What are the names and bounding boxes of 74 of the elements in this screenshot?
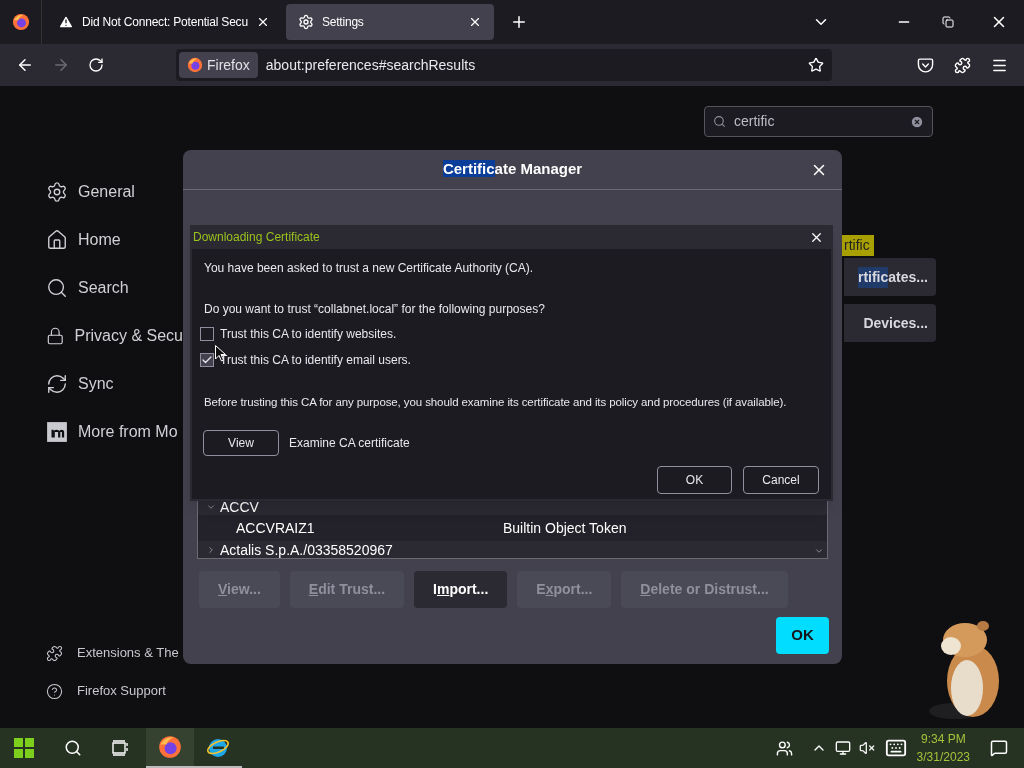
puzzle-icon: [46, 644, 63, 662]
identity-box[interactable]: Firefox: [179, 52, 258, 78]
volume-muted-icon[interactable]: [858, 740, 875, 756]
intro-text: You have been asked to trust a new Certificate Authority (CA).: [204, 260, 535, 277]
checkbox-label: Trust this CA to identify email users.: [220, 352, 411, 369]
gear-icon: [46, 181, 68, 203]
scroll-down-icon[interactable]: [814, 546, 824, 556]
tab-title: Did Not Connect: Potential Secu: [82, 14, 248, 31]
tree-row[interactable]: ACCV: [198, 498, 827, 515]
firefox-logo-icon: [187, 57, 203, 73]
sidebar-item[interactable]: More from Mo: [46, 408, 183, 456]
cancel-button[interactable]: Cancel: [743, 466, 819, 495]
warning-icon: [58, 14, 74, 30]
notifications-icon[interactable]: [990, 739, 1008, 757]
advice-text: Before trusting this CA for any purpose, you should examine its certificate and its policy and procedures (if available).: [204, 395, 788, 410]
sidebar-item[interactable]: Extensions & The: [46, 634, 183, 672]
sidebar-item[interactable]: Search: [46, 264, 183, 312]
search-icon: [46, 277, 68, 299]
windows-logo-icon[interactable]: [14, 738, 34, 758]
restore-icon[interactable]: [942, 16, 954, 28]
security-device: Builtin Object Token: [503, 518, 627, 538]
address-bar[interactable]: Firefox about:preferences#searchResults: [176, 49, 832, 81]
ok-button[interactable]: OK: [657, 466, 732, 495]
logo-icon: [46, 421, 68, 443]
dialog-title: Certificate Manager: [442, 159, 583, 180]
sidebar-item[interactable]: Sync: [46, 360, 183, 408]
sidebar-item[interactable]: Privacy & Secu: [46, 312, 183, 360]
pocket-icon[interactable]: [917, 56, 934, 74]
check-icon: [201, 354, 213, 366]
search-icon[interactable]: [64, 739, 82, 757]
sidebar-item[interactable]: Firefox Support: [46, 672, 183, 710]
search-tooltip: rtific: [840, 235, 874, 256]
sidebar-item[interactable]: General: [46, 168, 183, 216]
tree-row[interactable]: Actalis S.p.A./03358520967: [198, 541, 827, 558]
back-icon[interactable]: [16, 56, 34, 74]
network-icon[interactable]: [834, 740, 851, 756]
settings-button[interactable]: Devices...: [844, 304, 936, 342]
firefox-logo-icon: [158, 735, 182, 759]
url-text: about:preferences#searchResults: [265, 55, 476, 75]
people-icon[interactable]: [775, 739, 793, 757]
checkbox-label: Trust this CA to identify websites.: [220, 326, 397, 343]
tab-title: Settings: [321, 14, 365, 31]
checkbox[interactable]: [200, 353, 214, 367]
gear-icon: [297, 14, 314, 30]
dialog-title: Downloading Certificate: [193, 229, 320, 246]
lock-icon: [46, 325, 65, 347]
forward-icon[interactable]: [52, 56, 70, 74]
search-icon: [713, 115, 726, 128]
expand-icon[interactable]: [206, 544, 216, 555]
clear-icon[interactable]: [910, 114, 924, 129]
ok-button[interactable]: OK: [776, 617, 829, 654]
puzzle-icon[interactable]: [954, 56, 971, 74]
sync-icon: [46, 373, 68, 395]
keyboard-icon[interactable]: [884, 737, 907, 759]
taskbar-app[interactable]: [146, 728, 194, 768]
home-icon: [46, 229, 68, 251]
browser-tab[interactable]: Did Not Connect: Potential Secu: [46, 4, 282, 40]
bookmark-star-icon[interactable]: [808, 57, 824, 73]
question-text: Do you want to trust “collabnet.local” for the following purposes?: [204, 301, 546, 318]
dialog-button[interactable]: Import...: [414, 571, 508, 608]
certificate-name: ACCVRAIZ1: [236, 518, 316, 538]
firefox-logo-icon: [11, 13, 30, 31]
browser-tab[interactable]: Settings: [285, 4, 494, 40]
settings-button[interactable]: rtificates...: [844, 258, 936, 296]
reload-icon[interactable]: [88, 57, 104, 73]
clock[interactable]: 9:34 PM 3/31/2023: [916, 730, 970, 766]
sidebar-item[interactable]: Home: [46, 216, 183, 264]
view-label: Examine CA certificate: [289, 435, 410, 453]
checkbox[interactable]: [200, 327, 214, 341]
view-button[interactable]: View: [203, 430, 279, 457]
tree-row[interactable]: ACCVRAIZ1 Builtin Object Token: [198, 515, 827, 541]
task-view-icon[interactable]: [112, 740, 130, 756]
help-icon: [46, 682, 63, 700]
search-field[interactable]: certific: [704, 106, 933, 137]
